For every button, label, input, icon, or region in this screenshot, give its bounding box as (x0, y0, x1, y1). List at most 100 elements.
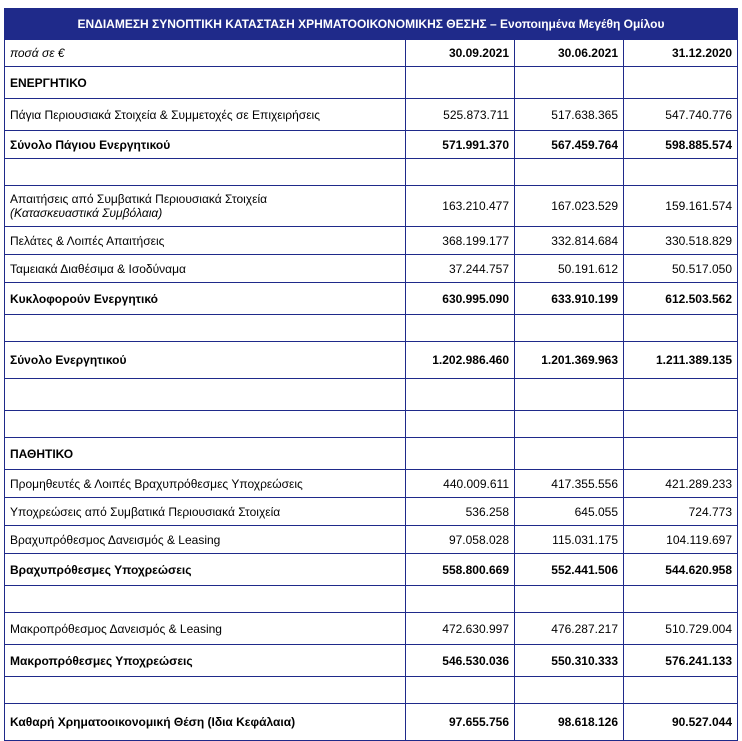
row-value: 90.527.044 (622, 703, 739, 741)
row-value (405, 158, 515, 186)
spacer-row (4, 314, 739, 342)
row-value: 167.023.529 (514, 185, 624, 227)
row-label: Προμηθευτές & Λοιπές Βραχυπρόθεσμες Υποχ… (4, 469, 406, 498)
row-value: 510.729.004 (622, 612, 739, 645)
row-value (514, 314, 624, 342)
row-value: 330.518.829 (622, 226, 739, 255)
row-label: Ταμειακά Διαθέσιμα & Ισοδύναμα (4, 254, 406, 283)
row-sublabel: (Κατασκευαστικά Συμβόλαια) (10, 206, 163, 220)
spacer-row (4, 410, 739, 438)
row-value: 332.814.684 (514, 226, 624, 255)
row-value: 558.800.669 (405, 553, 515, 586)
row-value: 115.031.175 (514, 525, 624, 554)
row-value: 97.058.028 (405, 525, 515, 554)
total-row: Σύνολο Πάγιου Ενεργητικού 571.991.370 56… (4, 130, 739, 159)
row-label: Μακροπρόθεσμος Δανεισμός & Leasing (4, 612, 406, 645)
column-header-30-06-2021: 30.06.2021 (514, 39, 624, 67)
row-label: Βραχυπρόθεσμος Δανεισμός & Leasing (4, 525, 406, 554)
row-value: 1.201.369.963 (514, 341, 624, 379)
table-row: Υποχρεώσεις από Συμβατικά Περιουσιακά Στ… (4, 497, 739, 526)
section-row-liabilities: ΠΑΘΗΤΙΚΟ (4, 437, 739, 470)
row-value (622, 66, 739, 99)
row-label: Πάγια Περιουσιακά Στοιχεία & Συμμετοχές … (4, 98, 406, 131)
row-label-cell: Απαιτήσεις από Συμβατικά Περιουσιακά Στο… (4, 185, 406, 227)
total-row: Βραχυπρόθεσμες Υποχρεώσεις 558.800.669 5… (4, 553, 739, 586)
row-value: 159.161.574 (622, 185, 739, 227)
table-row: Βραχυπρόθεσμος Δανεισμός & Leasing 97.05… (4, 525, 739, 554)
unit-label: ποσά σε € (4, 39, 406, 67)
row-label: Σύνολο Πάγιου Ενεργητικού (4, 130, 406, 159)
row-value: 50.191.612 (514, 254, 624, 283)
row-value: 536.258 (405, 497, 515, 526)
row-value: 567.459.764 (514, 130, 624, 159)
table-title-row: ΕΝΔΙΑΜΕΣΗ ΣΥΝΟΠΤΙΚΗ ΚΑΤΑΣΤΑΣΗ ΧΡΗΜΑΤΟΟΙΚ… (3, 8, 739, 40)
total-row: Σύνολο Ενεργητικού 1.202.986.460 1.201.3… (4, 341, 739, 379)
financial-position-statement: ΕΝΔΙΑΜΕΣΗ ΣΥΝΟΠΤΙΚΗ ΚΑΤΑΣΤΑΣΗ ΧΡΗΜΑΤΟΟΙΚ… (3, 8, 739, 741)
row-value: 50.517.050 (622, 254, 739, 283)
row-value (622, 437, 739, 470)
row-value: 98.618.126 (514, 703, 624, 741)
row-value (405, 410, 515, 438)
row-label: ΠΑΘΗΤΙΚΟ (4, 437, 406, 470)
row-value: 525.873.711 (405, 98, 515, 131)
row-value (405, 676, 515, 704)
table-row: Απαιτήσεις από Συμβατικά Περιουσιακά Στο… (4, 185, 739, 227)
row-value: 417.355.556 (514, 469, 624, 498)
row-value: 547.740.776 (622, 98, 739, 131)
spacer-row (4, 676, 739, 704)
table-title: ΕΝΔΙΑΜΕΣΗ ΣΥΝΟΠΤΙΚΗ ΚΑΤΑΣΤΑΣΗ ΧΡΗΜΑΤΟΟΙΚ… (3, 8, 739, 40)
row-value: 476.287.217 (514, 612, 624, 645)
row-value (514, 158, 624, 186)
row-value (405, 585, 515, 613)
row-label: Καθαρή Χρηματοοικονομική Θέση (Ιδια Κεφά… (4, 703, 406, 741)
row-value: 517.638.365 (514, 98, 624, 131)
row-value: 550.310.333 (514, 644, 624, 677)
row-value (622, 676, 739, 704)
row-value: 645.055 (514, 497, 624, 526)
row-value: 630.995.090 (405, 282, 515, 315)
row-value: 97.655.756 (405, 703, 515, 741)
row-label: Απαιτήσεις από Συμβατικά Περιουσιακά Στο… (10, 192, 268, 206)
row-value (405, 314, 515, 342)
row-value (514, 66, 624, 99)
row-value: 544.620.958 (622, 553, 739, 586)
row-label (4, 378, 406, 411)
column-header-30-09-2021: 30.09.2021 (405, 39, 515, 67)
spacer-row (4, 158, 739, 186)
row-value: 576.241.133 (622, 644, 739, 677)
row-value (514, 378, 624, 411)
row-label: Μακροπρόθεσμες Υποχρεώσεις (4, 644, 406, 677)
row-value (622, 158, 739, 186)
row-label (4, 676, 406, 704)
row-label: Κυκλοφορούν Ενεργητικό (4, 282, 406, 315)
row-value: 633.910.199 (514, 282, 624, 315)
row-label: Βραχυπρόθεσμες Υποχρεώσεις (4, 553, 406, 586)
row-value (514, 676, 624, 704)
row-label (4, 158, 406, 186)
total-row: Κυκλοφορούν Ενεργητικό 630.995.090 633.9… (4, 282, 739, 315)
row-value (405, 437, 515, 470)
row-value (514, 437, 624, 470)
row-value: 571.991.370 (405, 130, 515, 159)
total-row: Καθαρή Χρηματοοικονομική Θέση (Ιδια Κεφά… (4, 703, 739, 741)
row-value (622, 378, 739, 411)
row-value: 1.202.986.460 (405, 341, 515, 379)
row-value: 104.119.697 (622, 525, 739, 554)
row-value (514, 410, 624, 438)
row-label: Πελάτες & Λοιπές Απαιτήσεις (4, 226, 406, 255)
row-value: 612.503.562 (622, 282, 739, 315)
row-value (405, 66, 515, 99)
row-value: 163.210.477 (405, 185, 515, 227)
financial-position-table: ΕΝΔΙΑΜΕΣΗ ΣΥΝΟΠΤΙΚΗ ΚΑΤΑΣΤΑΣΗ ΧΡΗΜΑΤΟΟΙΚ… (3, 8, 739, 741)
row-value: 724.773 (622, 497, 739, 526)
row-value: 552.441.506 (514, 553, 624, 586)
row-value: 546.530.036 (405, 644, 515, 677)
row-value: 440.009.611 (405, 469, 515, 498)
row-value (622, 410, 739, 438)
total-row: Μακροπρόθεσμες Υποχρεώσεις 546.530.036 5… (4, 644, 739, 677)
table-row: Πελάτες & Λοιπές Απαιτήσεις 368.199.177 … (4, 226, 739, 255)
row-value: 598.885.574 (622, 130, 739, 159)
row-value: 368.199.177 (405, 226, 515, 255)
row-value: 472.630.997 (405, 612, 515, 645)
row-value: 1.211.389.135 (622, 341, 739, 379)
